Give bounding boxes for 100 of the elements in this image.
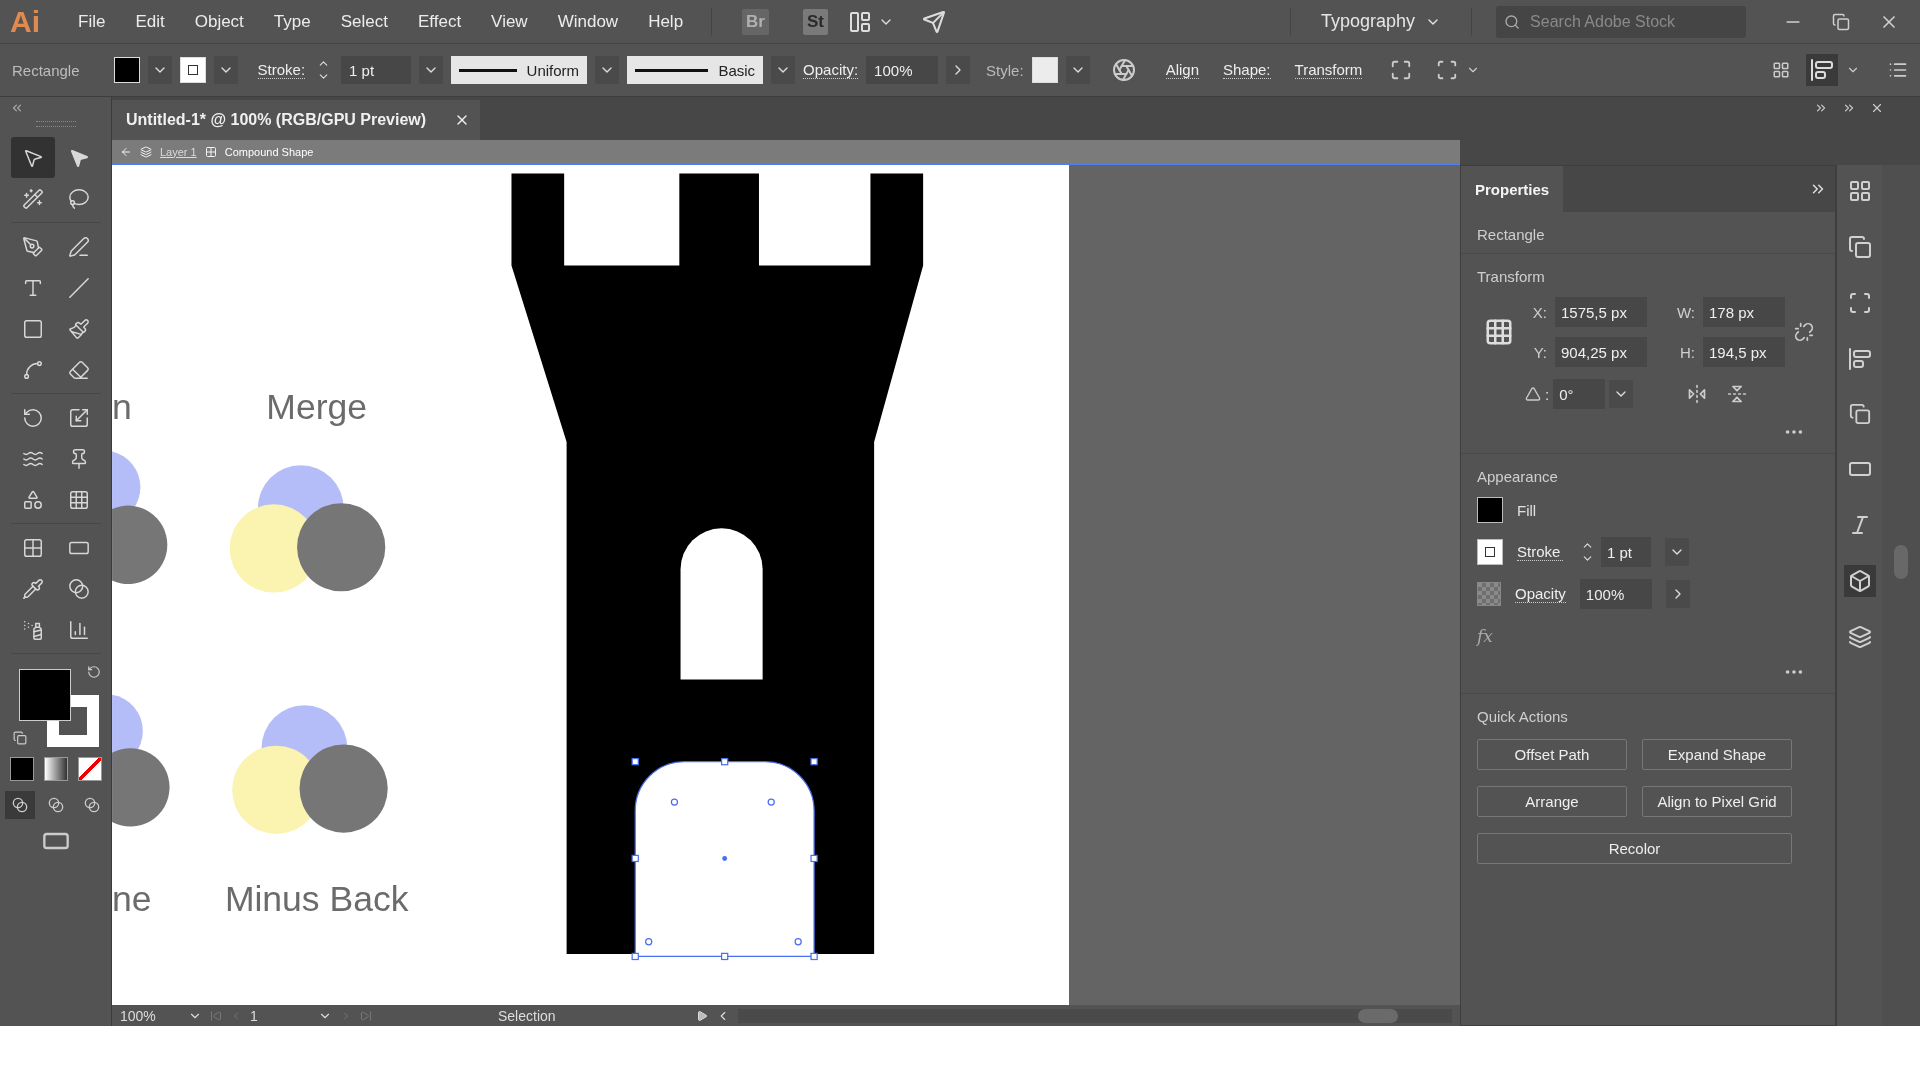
stroke-swatch[interactable] xyxy=(179,57,206,83)
stroke-label[interactable]: Stroke xyxy=(1517,543,1563,561)
stroke-swatch[interactable] xyxy=(1477,539,1503,565)
line-tool-icon xyxy=(67,276,90,299)
search-icon xyxy=(1504,12,1521,31)
quick-action-button[interactable]: Align to Pixel Grid xyxy=(1642,786,1792,817)
y-field[interactable]: 904,25 px xyxy=(1555,337,1647,367)
opacity-field[interactable]: 100% xyxy=(1579,579,1652,609)
layers-panel-icon[interactable] xyxy=(1847,625,1872,649)
fill-swatch[interactable] xyxy=(1477,497,1503,523)
section-heading: Appearance xyxy=(1477,468,1559,485)
chart-icon xyxy=(67,618,90,641)
field-label: W: xyxy=(1675,303,1696,321)
align-icon[interactable] xyxy=(1806,54,1838,86)
angle-label: : xyxy=(1545,385,1550,403)
properties-tab[interactable]: Properties xyxy=(1461,166,1564,212)
menu-icon[interactable] xyxy=(1888,60,1908,80)
shape-mode-label: Merge xyxy=(266,386,367,427)
stroke-weight-field[interactable]: 1 pt xyxy=(1601,537,1651,567)
control-bar-link[interactable]: Transform xyxy=(1294,61,1363,79)
field-label: H: xyxy=(1679,343,1696,361)
style-swatch[interactable] xyxy=(1031,57,1058,83)
menu-item[interactable]: Effect xyxy=(405,11,474,32)
back-arrow-icon[interactable] xyxy=(120,145,132,158)
rotation-field[interactable]: 0° xyxy=(1553,379,1606,409)
width-profile-caret[interactable] xyxy=(595,56,620,84)
stroke-weight-caret[interactable] xyxy=(1665,538,1689,566)
draw-mode-button[interactable] xyxy=(4,791,35,819)
fill-color-swatch[interactable] xyxy=(18,669,71,721)
flip-vertical-icon[interactable] xyxy=(1727,384,1748,404)
vertical-scrollbar[interactable] xyxy=(1882,165,1920,1026)
search-input[interactable]: Search Adobe Stock xyxy=(1528,11,1738,32)
unlink-icon[interactable] xyxy=(1794,322,1814,342)
search-field[interactable]: Search Adobe Stock xyxy=(1496,5,1746,38)
stroke-weight-field[interactable]: 1 pt xyxy=(341,56,412,84)
style-caret[interactable] xyxy=(1065,56,1090,84)
restore-icon[interactable] xyxy=(1832,12,1850,31)
stroke-label[interactable]: Stroke: xyxy=(257,61,306,79)
zoom-level-field[interactable]: 100% xyxy=(120,1007,180,1024)
fill-swatch[interactable] xyxy=(113,57,140,83)
align-panel-icon[interactable] xyxy=(1847,347,1872,371)
menu-item[interactable]: File xyxy=(66,11,118,32)
menu-item[interactable]: Type xyxy=(261,11,323,32)
none-mode-button[interactable] xyxy=(77,757,102,781)
selected-door-shape[interactable] xyxy=(631,757,818,961)
menu-item[interactable]: Window xyxy=(545,11,631,32)
workspace-switcher[interactable]: Typography xyxy=(1306,11,1455,32)
opacity-field[interactable]: 100% xyxy=(866,56,939,84)
artboard-number-field[interactable]: 1 xyxy=(250,1007,310,1024)
control-bar-link[interactable]: Shape: xyxy=(1223,61,1271,79)
selection-type-label: Rectangle xyxy=(12,61,80,79)
brush-caret[interactable] xyxy=(771,56,796,84)
rotation-caret[interactable] xyxy=(1609,380,1634,408)
paintbrush-icon xyxy=(67,317,90,340)
opacity-label[interactable]: Opacity xyxy=(1515,585,1566,603)
quick-action-button[interactable]: Offset Path xyxy=(1477,739,1627,770)
arrange-documents-icon[interactable] xyxy=(848,9,872,34)
width-field[interactable]: 178 px xyxy=(1703,297,1785,327)
brush-dropdown[interactable]: Basic xyxy=(627,56,764,84)
gradient-mode-button[interactable] xyxy=(43,757,68,781)
close-icon[interactable] xyxy=(1870,101,1884,115)
opacity-label[interactable]: Opacity: xyxy=(803,61,859,79)
collapse-icon[interactable] xyxy=(1814,101,1828,115)
object-type-label: Rectangle xyxy=(1477,226,1546,243)
quick-action-button[interactable]: Arrange xyxy=(1477,786,1627,817)
collapse-icon[interactable] xyxy=(1842,101,1856,115)
control-bar-link[interactable]: Align xyxy=(1165,61,1199,79)
rotate-icon xyxy=(21,406,44,429)
eyedropper-icon xyxy=(21,577,44,600)
width-profile-dropdown[interactable]: Uniform xyxy=(451,56,588,84)
breadcrumb-item: Compound Shape xyxy=(224,145,314,158)
collapse-icon[interactable] xyxy=(10,101,24,115)
color-mode-button[interactable] xyxy=(9,757,34,781)
menu-item[interactable]: Edit xyxy=(123,11,177,32)
height-field[interactable]: 194,5 px xyxy=(1703,337,1785,367)
paper-plane-icon[interactable] xyxy=(922,9,946,34)
x-field[interactable]: 1575,5 px xyxy=(1555,297,1647,327)
quick-action-button[interactable]: Recolor xyxy=(1477,833,1792,864)
style-label: Style: xyxy=(986,61,1024,79)
fill-dropdown-caret[interactable] xyxy=(147,56,172,84)
fill-label: Fill xyxy=(1517,501,1538,519)
flip-horizontal-icon[interactable] xyxy=(1687,384,1708,404)
selection-button[interactable] xyxy=(10,137,55,178)
menu-item[interactable]: Object xyxy=(182,11,256,32)
grid-icon[interactable] xyxy=(1772,61,1790,79)
swap-icon[interactable] xyxy=(86,665,101,679)
spray-can-icon xyxy=(21,618,44,641)
eraser-icon xyxy=(67,358,90,381)
shape-mode-label: n xyxy=(112,386,132,427)
current-tool-status: Selection xyxy=(498,1007,557,1024)
menu-item[interactable]: Select xyxy=(328,11,400,32)
menu-item[interactable]: View xyxy=(479,11,540,32)
stroke-dropdown-caret[interactable] xyxy=(213,56,238,84)
play-icon[interactable] xyxy=(696,1009,708,1022)
quick-action-button[interactable]: Expand Shape xyxy=(1642,739,1792,770)
shape-mode-label: Minus Back xyxy=(224,879,409,920)
menu-item[interactable]: Help xyxy=(636,11,696,32)
horizontal-scrollbar[interactable] xyxy=(738,1008,1452,1023)
lasso-icon xyxy=(67,187,90,210)
stroke-weight-caret[interactable] xyxy=(419,56,444,84)
